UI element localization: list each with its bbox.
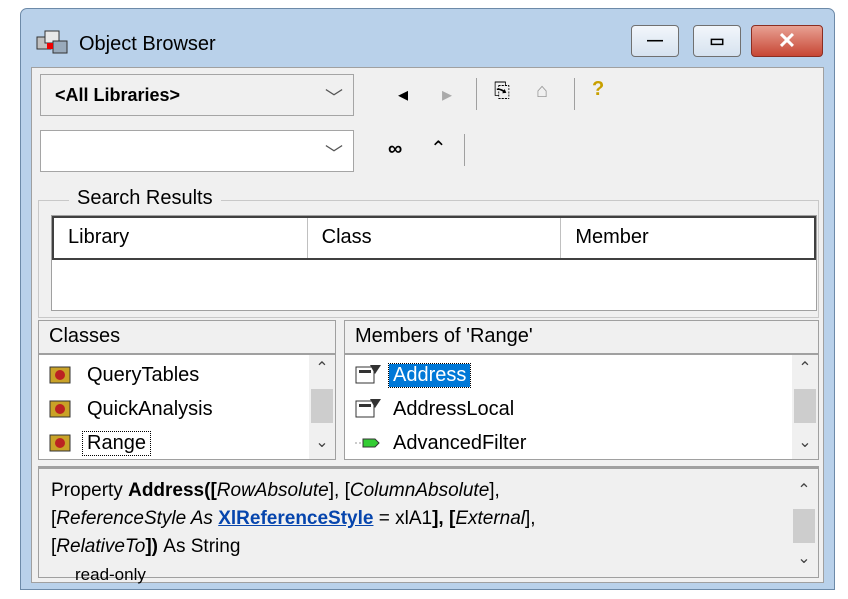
members-list[interactable]: Address AddressLocal AdvancedFilter ⌃ ⌄ bbox=[344, 354, 819, 460]
details-pane: Property Address([RowAbsolute], [ColumnA… bbox=[38, 466, 819, 584]
classes-list[interactable]: QueryTables QuickAnalysis Range ⌃ ⌄ bbox=[38, 354, 336, 460]
xlreferencestyle-link[interactable]: XlReferenceStyle bbox=[218, 508, 373, 529]
details-text: Property Address([RowAbsolute], [ColumnA… bbox=[51, 480, 536, 584]
chevron-up-icon[interactable]: ⌃ bbox=[309, 355, 335, 383]
maximize-button[interactable]: ▭ bbox=[693, 25, 741, 57]
chevron-down-icon: ﹀ bbox=[325, 88, 343, 108]
classes-scrollbar[interactable]: ⌃ ⌄ bbox=[309, 355, 335, 459]
toolbar-separator bbox=[476, 78, 477, 110]
browser-client-area: <All Libraries> ﹀ ◂ ▸ ⎘ ⌂ ? ﹀ ∞ ⌃ Search… bbox=[31, 67, 824, 584]
list-item[interactable]: AdvancedFilter bbox=[353, 427, 530, 459]
list-item[interactable]: QueryTables bbox=[47, 359, 203, 391]
chevron-down-icon[interactable]: ⌄ bbox=[309, 429, 335, 457]
maximize-icon: ▭ bbox=[709, 33, 725, 50]
chevron-up-icon[interactable]: ⌃ bbox=[792, 355, 818, 383]
scroll-thumb[interactable] bbox=[794, 389, 816, 423]
forward-arrow-icon[interactable]: ▸ bbox=[442, 82, 452, 107]
details-scrollbar[interactable]: ⌃ ⌄ bbox=[791, 469, 817, 575]
class-icon bbox=[49, 366, 71, 384]
classes-header: Classes bbox=[38, 320, 336, 354]
object-browser-icon bbox=[36, 30, 68, 54]
method-icon bbox=[355, 438, 380, 448]
search-combo[interactable]: ﹀ bbox=[40, 130, 354, 172]
scroll-thumb[interactable] bbox=[311, 389, 333, 423]
view-definition-icon[interactable]: ⌂ bbox=[536, 80, 548, 103]
library-combo[interactable]: <All Libraries> ﹀ bbox=[40, 74, 354, 116]
members-header: Members of 'Range' bbox=[344, 320, 819, 354]
toolbar-separator bbox=[464, 134, 465, 166]
window-title: Object Browser bbox=[79, 33, 216, 55]
search-results-list[interactable]: Library Class Member bbox=[51, 215, 817, 311]
chevron-down-icon[interactable]: ⌄ bbox=[791, 545, 817, 573]
chevron-down-icon[interactable]: ⌄ bbox=[792, 429, 818, 457]
members-scrollbar[interactable]: ⌃ ⌄ bbox=[792, 355, 818, 459]
column-library[interactable]: Library bbox=[54, 218, 308, 258]
binoculars-search-icon[interactable]: ∞ bbox=[388, 138, 402, 161]
object-browser-window: Object Browser — ▭ ✕ <All Libraries> ﹀ ◂… bbox=[20, 8, 835, 590]
back-arrow-icon[interactable]: ◂ bbox=[398, 82, 408, 107]
property-icon bbox=[355, 399, 381, 418]
search-results-group: Search Results Library Class Member bbox=[38, 187, 819, 318]
close-button[interactable]: ✕ bbox=[751, 25, 823, 57]
minimize-button[interactable]: — bbox=[631, 25, 679, 57]
list-item[interactable]: AddressLocal bbox=[353, 393, 518, 425]
close-icon: ✕ bbox=[777, 28, 797, 53]
minimize-icon: — bbox=[647, 32, 663, 49]
readonly-label: read-only bbox=[75, 565, 146, 584]
column-member[interactable]: Member bbox=[561, 218, 814, 258]
help-icon[interactable]: ? bbox=[592, 78, 604, 101]
title-bar[interactable]: Object Browser — ▭ ✕ bbox=[21, 9, 834, 73]
copy-icon[interactable]: ⎘ bbox=[494, 80, 510, 103]
chevron-up-icon[interactable]: ⌃ bbox=[791, 477, 817, 505]
list-item[interactable]: Range bbox=[47, 427, 151, 459]
search-results-label: Search Results bbox=[69, 187, 221, 210]
chevron-down-icon: ﹀ bbox=[325, 144, 343, 164]
toolbar-separator bbox=[574, 78, 575, 110]
search-results-header: Library Class Member bbox=[52, 216, 816, 260]
list-item[interactable]: QuickAnalysis bbox=[47, 393, 217, 425]
class-icon bbox=[49, 400, 71, 418]
library-combo-value: <All Libraries> bbox=[55, 85, 181, 105]
list-item[interactable]: Address bbox=[353, 359, 472, 391]
class-icon bbox=[49, 434, 71, 452]
property-icon bbox=[355, 365, 381, 384]
column-class[interactable]: Class bbox=[308, 218, 562, 258]
hide-results-icon[interactable]: ⌃ bbox=[430, 136, 447, 161]
scroll-thumb[interactable] bbox=[793, 509, 815, 543]
